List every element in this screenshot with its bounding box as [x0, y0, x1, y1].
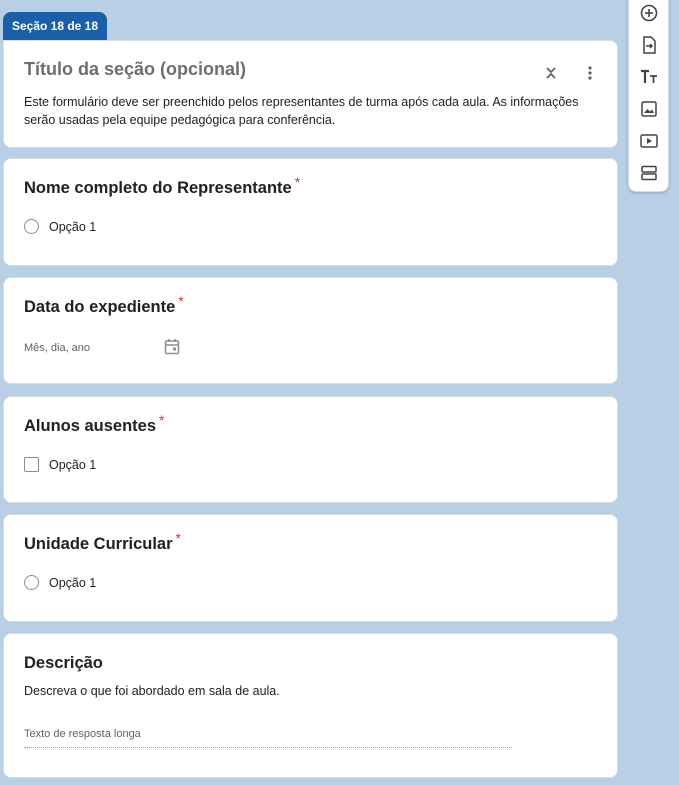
required-mark: * — [175, 530, 181, 546]
option-label: Opção 1 — [49, 575, 97, 590]
add-video-icon[interactable] — [638, 130, 660, 152]
add-question-icon[interactable] — [638, 2, 660, 24]
more-vert-icon[interactable] — [578, 61, 602, 85]
radio-option[interactable]: Opção 1 — [24, 219, 96, 234]
question-card-alunos[interactable]: Alunos ausentes * Opção 1 — [3, 396, 618, 503]
long-answer-placeholder[interactable]: Texto de resposta longa — [24, 728, 512, 748]
calendar-icon[interactable] — [164, 338, 180, 360]
question-title: Alunos ausentes * — [24, 412, 165, 435]
date-placeholder[interactable]: Mês, dia, ano — [24, 342, 90, 354]
question-title: Nome completo do Representante * — [24, 174, 301, 197]
required-mark: * — [159, 412, 165, 428]
radio-option[interactable]: Opção 1 — [24, 575, 96, 590]
question-title: Data do expediente * — [24, 293, 184, 316]
required-mark: * — [294, 174, 301, 190]
question-title: Unidade Curricular * — [24, 530, 181, 553]
required-mark: * — [178, 293, 184, 309]
option-label: Opção 1 — [49, 457, 97, 472]
description-title: Descrição — [24, 654, 103, 672]
section-header-card[interactable]: Título da seção (opcional) Este formulár… — [3, 40, 618, 148]
description-card[interactable]: Descrição Descreva o que foi abordado em… — [3, 633, 618, 778]
question-card-data[interactable]: Data do expediente * Mês, dia, ano — [3, 277, 618, 384]
section-description[interactable]: Este formulário deve ser preenchido pelo… — [24, 93, 584, 129]
section-title[interactable]: Título da seção (opcional) — [24, 59, 246, 80]
radio-circle-icon[interactable] — [24, 219, 39, 234]
checkbox-icon[interactable] — [24, 457, 39, 472]
floating-toolbar — [628, 0, 669, 192]
radio-circle-icon[interactable] — [24, 575, 39, 590]
question-card-unidade[interactable]: Unidade Curricular * Opção 1 — [3, 514, 618, 622]
add-title-icon[interactable] — [638, 66, 660, 88]
import-questions-icon[interactable] — [638, 34, 660, 56]
add-section-icon[interactable] — [638, 162, 660, 184]
section-tab: Seção 18 de 18 — [3, 12, 107, 40]
description-text: Descreva o que foi abordado em sala de a… — [24, 684, 280, 698]
checkbox-option[interactable]: Opção 1 — [24, 457, 96, 472]
collapse-icon[interactable] — [539, 61, 563, 85]
add-image-icon[interactable] — [638, 98, 660, 120]
option-label: Opção 1 — [49, 219, 97, 234]
question-card-representante[interactable]: Nome completo do Representante * Opção 1 — [3, 158, 618, 266]
